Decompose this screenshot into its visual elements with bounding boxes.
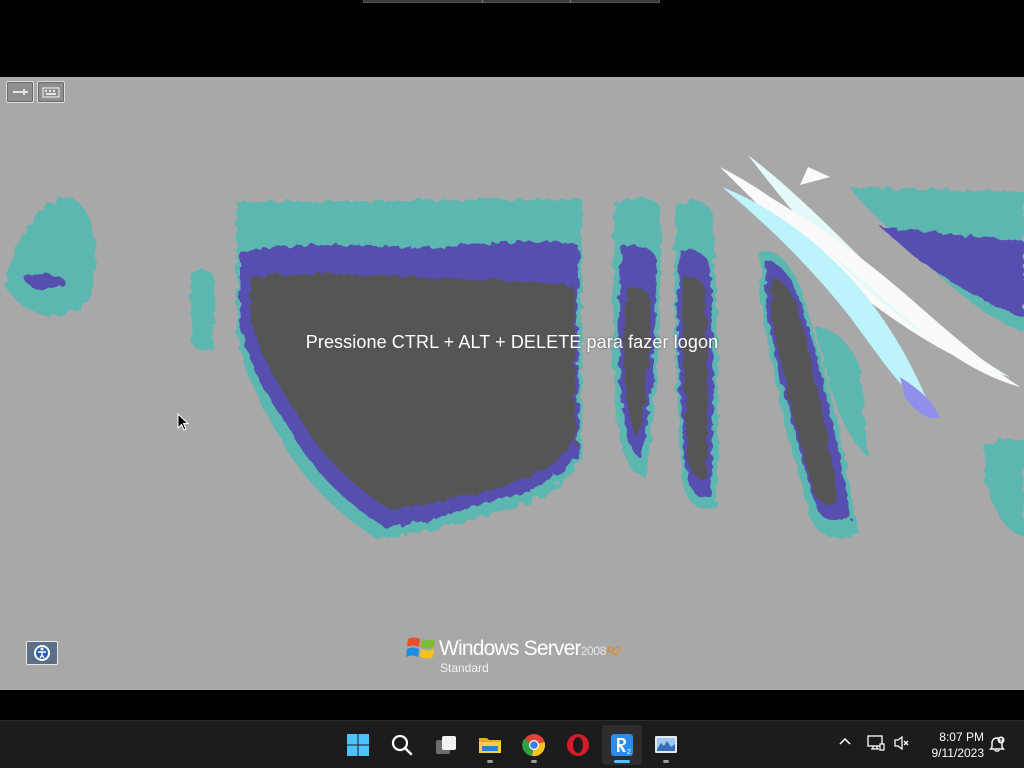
windows-flag-logo (406, 637, 435, 659)
task-view-icon (436, 736, 456, 754)
pin-icon (13, 89, 28, 95)
network-icon[interactable] (867, 735, 885, 751)
start-button[interactable] (338, 725, 378, 765)
monitor-app-button[interactable] (646, 725, 686, 765)
running-indicator (531, 760, 537, 763)
chevron-up-icon[interactable] (838, 735, 852, 749)
remote-desktop-icon: 2 (611, 734, 633, 756)
keyboard-icon (42, 87, 60, 98)
task-view-button[interactable] (426, 725, 466, 765)
opera-icon (567, 734, 589, 756)
clock-time: 8:07 PM (939, 730, 984, 744)
windows-start-icon (347, 734, 369, 756)
notifications-icon[interactable] (988, 735, 1006, 753)
running-indicator (487, 760, 493, 763)
brand-product: Windows Server (439, 637, 581, 660)
running-indicator (663, 760, 669, 763)
ease-of-access-button[interactable] (26, 641, 58, 665)
opera-button[interactable] (558, 725, 598, 765)
brand-release: R2 (606, 644, 621, 658)
chrome-icon (522, 734, 545, 757)
wallpaper-graphic (6, 155, 1024, 539)
rdp-client-button[interactable]: 2 (602, 725, 642, 765)
svg-text:2: 2 (627, 749, 631, 756)
ease-of-access-icon (34, 645, 50, 661)
logon-prompt: Pressione CTRL + ALT + DELETE para fazer… (305, 332, 719, 352)
active-indicator (614, 760, 630, 763)
taskbar: 2 8:07 PM 9/11/2023 (0, 720, 1024, 768)
search-icon (391, 734, 413, 756)
keyboard-button[interactable] (37, 81, 65, 103)
search-button[interactable] (382, 725, 422, 765)
windows-server-brand: Windows Server2008R2 Standard (405, 631, 635, 677)
volume-muted-icon[interactable] (894, 735, 910, 751)
resource-monitor-icon (655, 736, 677, 753)
folder-icon (479, 738, 501, 753)
mouse-cursor-icon (177, 413, 190, 431)
brand-edition: Standard (440, 661, 489, 675)
file-explorer-button[interactable] (470, 725, 510, 765)
pin-button[interactable] (6, 81, 34, 103)
remote-desktop-session[interactable]: Pressione CTRL + ALT + DELETE para fazer… (0, 77, 1024, 690)
brand-version: 2008 (580, 644, 607, 658)
rdp-connection-bar[interactable] (363, 0, 660, 3)
chrome-button[interactable] (514, 725, 554, 765)
system-clock[interactable]: 8:07 PM 9/11/2023 (920, 729, 985, 761)
screen: Pressione CTRL + ALT + DELETE para fazer… (0, 0, 1024, 768)
clock-date: 9/11/2023 (931, 746, 985, 760)
